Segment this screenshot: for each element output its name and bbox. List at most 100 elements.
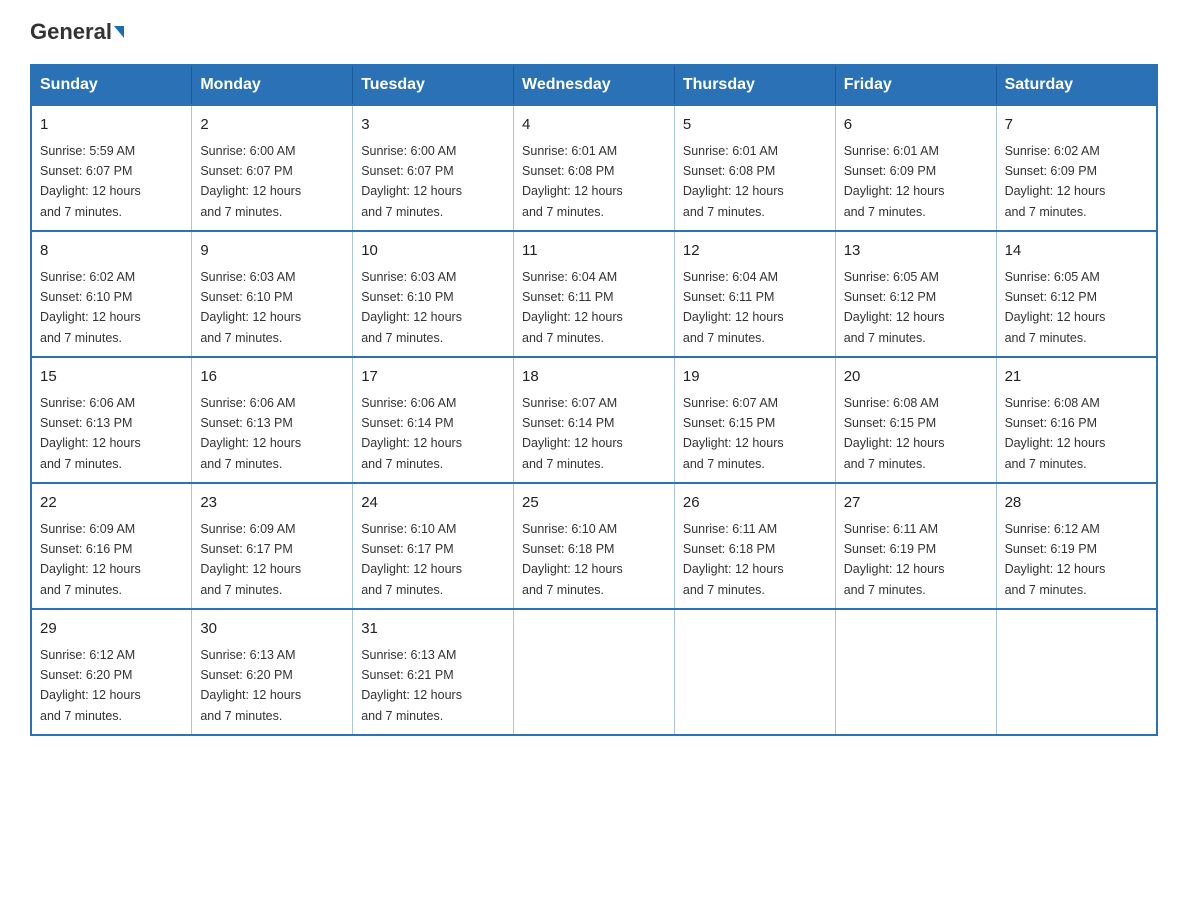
calendar-week-5: 29 Sunrise: 6:12 AMSunset: 6:20 PMDaylig… [31, 609, 1157, 735]
day-number: 18 [522, 366, 666, 389]
day-number: 11 [522, 240, 666, 263]
calendar-cell: 5 Sunrise: 6:01 AMSunset: 6:08 PMDayligh… [674, 105, 835, 231]
day-number: 2 [200, 114, 344, 137]
day-info: Sunrise: 6:06 AMSunset: 6:13 PMDaylight:… [200, 396, 301, 471]
day-number: 17 [361, 366, 505, 389]
calendar-cell [996, 609, 1157, 735]
day-number: 13 [844, 240, 988, 263]
day-number: 7 [1005, 114, 1148, 137]
col-header-saturday: Saturday [996, 65, 1157, 105]
calendar-cell: 1 Sunrise: 5:59 AMSunset: 6:07 PMDayligh… [31, 105, 192, 231]
day-info: Sunrise: 6:00 AMSunset: 6:07 PMDaylight:… [361, 144, 462, 219]
calendar-cell [835, 609, 996, 735]
col-header-sunday: Sunday [31, 65, 192, 105]
day-number: 15 [40, 366, 183, 389]
day-info: Sunrise: 6:01 AMSunset: 6:08 PMDaylight:… [683, 144, 784, 219]
day-info: Sunrise: 6:08 AMSunset: 6:15 PMDaylight:… [844, 396, 945, 471]
calendar-cell: 18 Sunrise: 6:07 AMSunset: 6:14 PMDaylig… [514, 357, 675, 483]
day-number: 20 [844, 366, 988, 389]
day-number: 9 [200, 240, 344, 263]
day-info: Sunrise: 6:02 AMSunset: 6:09 PMDaylight:… [1005, 144, 1106, 219]
logo-general: General [30, 20, 112, 44]
calendar-cell [674, 609, 835, 735]
day-info: Sunrise: 6:08 AMSunset: 6:16 PMDaylight:… [1005, 396, 1106, 471]
day-number: 6 [844, 114, 988, 137]
calendar-cell: 29 Sunrise: 6:12 AMSunset: 6:20 PMDaylig… [31, 609, 192, 735]
day-number: 30 [200, 618, 344, 641]
day-info: Sunrise: 6:06 AMSunset: 6:13 PMDaylight:… [40, 396, 141, 471]
logo: General [30, 20, 124, 44]
calendar-cell: 13 Sunrise: 6:05 AMSunset: 6:12 PMDaylig… [835, 231, 996, 357]
day-number: 10 [361, 240, 505, 263]
col-header-thursday: Thursday [674, 65, 835, 105]
day-info: Sunrise: 6:09 AMSunset: 6:17 PMDaylight:… [200, 522, 301, 597]
day-info: Sunrise: 6:01 AMSunset: 6:09 PMDaylight:… [844, 144, 945, 219]
day-info: Sunrise: 6:11 AMSunset: 6:18 PMDaylight:… [683, 522, 784, 597]
day-number: 23 [200, 492, 344, 515]
calendar-cell: 17 Sunrise: 6:06 AMSunset: 6:14 PMDaylig… [353, 357, 514, 483]
calendar-cell: 30 Sunrise: 6:13 AMSunset: 6:20 PMDaylig… [192, 609, 353, 735]
col-header-wednesday: Wednesday [514, 65, 675, 105]
day-number: 24 [361, 492, 505, 515]
day-number: 26 [683, 492, 827, 515]
day-info: Sunrise: 5:59 AMSunset: 6:07 PMDaylight:… [40, 144, 141, 219]
day-info: Sunrise: 6:00 AMSunset: 6:07 PMDaylight:… [200, 144, 301, 219]
calendar-cell: 14 Sunrise: 6:05 AMSunset: 6:12 PMDaylig… [996, 231, 1157, 357]
day-number: 29 [40, 618, 183, 641]
calendar-week-3: 15 Sunrise: 6:06 AMSunset: 6:13 PMDaylig… [31, 357, 1157, 483]
calendar-cell: 20 Sunrise: 6:08 AMSunset: 6:15 PMDaylig… [835, 357, 996, 483]
day-number: 28 [1005, 492, 1148, 515]
day-number: 14 [1005, 240, 1148, 263]
day-info: Sunrise: 6:11 AMSunset: 6:19 PMDaylight:… [844, 522, 945, 597]
calendar-cell: 4 Sunrise: 6:01 AMSunset: 6:08 PMDayligh… [514, 105, 675, 231]
calendar-cell: 31 Sunrise: 6:13 AMSunset: 6:21 PMDaylig… [353, 609, 514, 735]
calendar-week-1: 1 Sunrise: 5:59 AMSunset: 6:07 PMDayligh… [31, 105, 1157, 231]
calendar-cell: 25 Sunrise: 6:10 AMSunset: 6:18 PMDaylig… [514, 483, 675, 609]
day-number: 8 [40, 240, 183, 263]
calendar-cell: 28 Sunrise: 6:12 AMSunset: 6:19 PMDaylig… [996, 483, 1157, 609]
day-info: Sunrise: 6:01 AMSunset: 6:08 PMDaylight:… [522, 144, 623, 219]
calendar-cell: 2 Sunrise: 6:00 AMSunset: 6:07 PMDayligh… [192, 105, 353, 231]
calendar-week-4: 22 Sunrise: 6:09 AMSunset: 6:16 PMDaylig… [31, 483, 1157, 609]
day-number: 27 [844, 492, 988, 515]
day-info: Sunrise: 6:13 AMSunset: 6:21 PMDaylight:… [361, 648, 462, 723]
day-info: Sunrise: 6:04 AMSunset: 6:11 PMDaylight:… [683, 270, 784, 345]
day-info: Sunrise: 6:10 AMSunset: 6:18 PMDaylight:… [522, 522, 623, 597]
day-info: Sunrise: 6:07 AMSunset: 6:14 PMDaylight:… [522, 396, 623, 471]
day-info: Sunrise: 6:07 AMSunset: 6:15 PMDaylight:… [683, 396, 784, 471]
day-info: Sunrise: 6:12 AMSunset: 6:20 PMDaylight:… [40, 648, 141, 723]
day-number: 3 [361, 114, 505, 137]
calendar-cell: 10 Sunrise: 6:03 AMSunset: 6:10 PMDaylig… [353, 231, 514, 357]
day-info: Sunrise: 6:09 AMSunset: 6:16 PMDaylight:… [40, 522, 141, 597]
calendar-cell: 8 Sunrise: 6:02 AMSunset: 6:10 PMDayligh… [31, 231, 192, 357]
calendar-cell [514, 609, 675, 735]
calendar-week-2: 8 Sunrise: 6:02 AMSunset: 6:10 PMDayligh… [31, 231, 1157, 357]
calendar-cell: 7 Sunrise: 6:02 AMSunset: 6:09 PMDayligh… [996, 105, 1157, 231]
calendar-cell: 26 Sunrise: 6:11 AMSunset: 6:18 PMDaylig… [674, 483, 835, 609]
calendar-table: SundayMondayTuesdayWednesdayThursdayFrid… [30, 64, 1158, 736]
day-info: Sunrise: 6:10 AMSunset: 6:17 PMDaylight:… [361, 522, 462, 597]
col-header-tuesday: Tuesday [353, 65, 514, 105]
day-number: 19 [683, 366, 827, 389]
day-info: Sunrise: 6:02 AMSunset: 6:10 PMDaylight:… [40, 270, 141, 345]
day-number: 21 [1005, 366, 1148, 389]
calendar-cell: 16 Sunrise: 6:06 AMSunset: 6:13 PMDaylig… [192, 357, 353, 483]
page-header: General [30, 20, 1158, 44]
calendar-cell: 6 Sunrise: 6:01 AMSunset: 6:09 PMDayligh… [835, 105, 996, 231]
day-number: 31 [361, 618, 505, 641]
day-info: Sunrise: 6:06 AMSunset: 6:14 PMDaylight:… [361, 396, 462, 471]
day-number: 12 [683, 240, 827, 263]
calendar-cell: 9 Sunrise: 6:03 AMSunset: 6:10 PMDayligh… [192, 231, 353, 357]
day-info: Sunrise: 6:03 AMSunset: 6:10 PMDaylight:… [200, 270, 301, 345]
day-info: Sunrise: 6:13 AMSunset: 6:20 PMDaylight:… [200, 648, 301, 723]
day-info: Sunrise: 6:05 AMSunset: 6:12 PMDaylight:… [1005, 270, 1106, 345]
day-info: Sunrise: 6:05 AMSunset: 6:12 PMDaylight:… [844, 270, 945, 345]
calendar-cell: 12 Sunrise: 6:04 AMSunset: 6:11 PMDaylig… [674, 231, 835, 357]
day-info: Sunrise: 6:12 AMSunset: 6:19 PMDaylight:… [1005, 522, 1106, 597]
calendar-cell: 11 Sunrise: 6:04 AMSunset: 6:11 PMDaylig… [514, 231, 675, 357]
day-info: Sunrise: 6:03 AMSunset: 6:10 PMDaylight:… [361, 270, 462, 345]
calendar-cell: 21 Sunrise: 6:08 AMSunset: 6:16 PMDaylig… [996, 357, 1157, 483]
day-number: 25 [522, 492, 666, 515]
col-header-friday: Friday [835, 65, 996, 105]
calendar-cell: 19 Sunrise: 6:07 AMSunset: 6:15 PMDaylig… [674, 357, 835, 483]
